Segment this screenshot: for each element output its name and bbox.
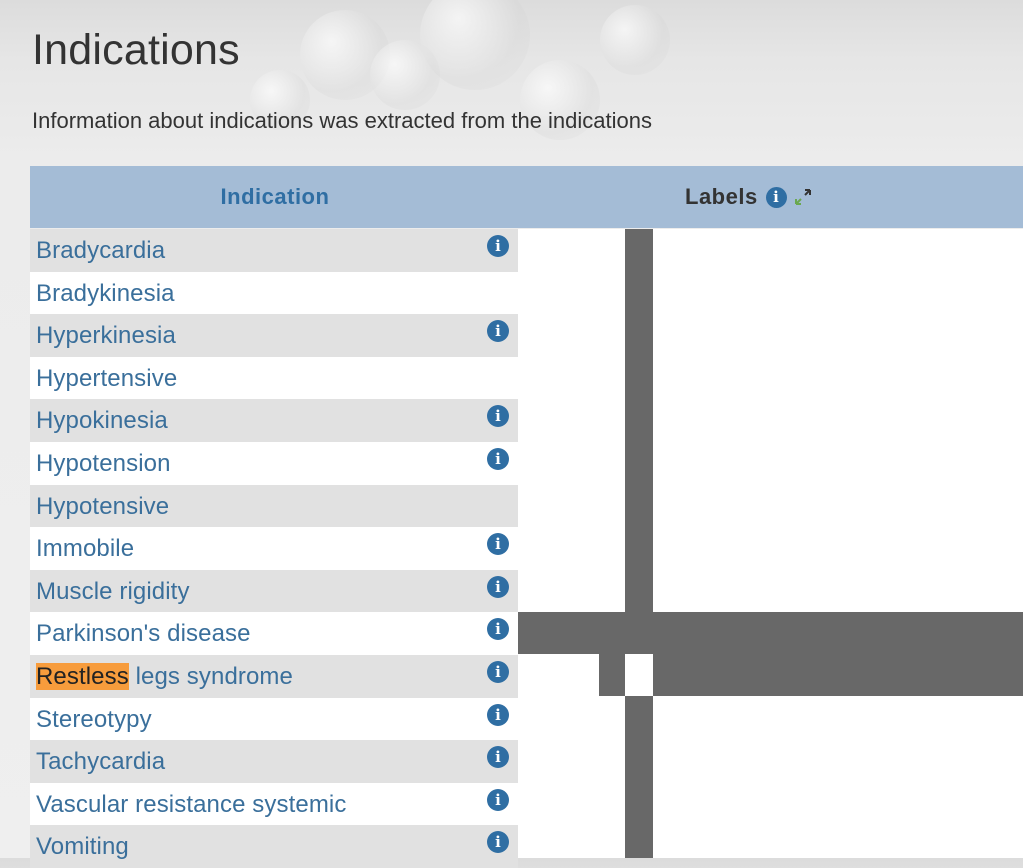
indication-link[interactable]: Stereotypy	[36, 706, 152, 734]
indication-link[interactable]: Vomiting	[36, 833, 129, 861]
indication-link[interactable]: Hypokinesia	[36, 407, 168, 435]
info-icon[interactable]: i	[487, 660, 509, 683]
column-header-labels-text: Labels	[685, 184, 758, 209]
indication-link[interactable]: Immobile	[36, 535, 134, 563]
column-header-labels: Labels i	[685, 166, 813, 228]
indication-link[interactable]: Hypotensive	[36, 493, 169, 521]
expand-icon[interactable]	[793, 187, 813, 207]
indication-row: Parkinson's disease i	[30, 612, 518, 655]
label-mark-vertical-upper	[625, 229, 653, 612]
indication-row: Hypotension i	[30, 441, 518, 485]
indication-link[interactable]: Restless legs syndrome	[36, 662, 293, 691]
indication-link[interactable]: Hypertensive	[36, 365, 177, 393]
indication-link[interactable]: Bradycardia	[36, 237, 165, 265]
indication-link[interactable]: Muscle rigidity	[36, 578, 190, 606]
labels-matrix[interactable]	[518, 229, 1023, 858]
indication-list: Bradycardia i Bradykinesia Hyperkinesia …	[30, 229, 518, 868]
info-icon[interactable]: i	[487, 575, 509, 598]
info-icon[interactable]: i	[765, 186, 787, 208]
info-icon[interactable]: i	[487, 320, 509, 343]
label-mark-restless-legs-right	[653, 654, 1023, 696]
info-icon[interactable]: i	[487, 788, 509, 811]
indication-row: Bradykinesia	[30, 271, 518, 315]
info-icon[interactable]: i	[487, 405, 509, 428]
indication-row: Vomiting i	[30, 825, 518, 868]
info-icon[interactable]: i	[487, 831, 509, 854]
indication-row: Hyperkinesia i	[30, 314, 518, 357]
indications-intro-text: Information about indications was extrac…	[32, 108, 652, 133]
info-icon[interactable]: i	[487, 703, 509, 726]
indication-row: Bradycardia i	[30, 229, 518, 272]
indication-link-rest: legs syndrome	[128, 662, 293, 690]
indication-row: Hypotensive	[30, 484, 518, 528]
indication-row: Hypokinesia i	[30, 399, 518, 442]
label-mark-parkinsons	[518, 612, 1023, 654]
indication-row: Vascular resistance systemic i	[30, 782, 518, 826]
info-icon[interactable]: i	[487, 618, 509, 641]
label-mark-restless-legs-left	[599, 654, 625, 696]
search-highlight: Restless	[36, 662, 129, 690]
indication-row: Hypertensive	[30, 356, 518, 400]
column-header-indication[interactable]: Indication	[30, 166, 520, 228]
indication-link[interactable]: Hypotension	[36, 450, 171, 478]
indication-row: Restless legs syndrome i	[30, 654, 518, 698]
indication-row: Stereotypy i	[30, 697, 518, 741]
indication-row: Immobile i	[30, 527, 518, 570]
indication-link[interactable]: Bradykinesia	[36, 280, 175, 308]
indication-link[interactable]: Parkinson's disease	[36, 620, 251, 648]
table-header: Indication Labels i	[30, 166, 1023, 228]
info-icon[interactable]: i	[487, 447, 509, 470]
info-icon[interactable]: i	[487, 235, 509, 257]
indication-link[interactable]: Hyperkinesia	[36, 322, 176, 350]
info-icon[interactable]: i	[487, 746, 509, 769]
indication-link[interactable]: Tachycardia	[36, 748, 165, 776]
indication-row: Muscle rigidity i	[30, 569, 518, 613]
label-mark-vertical-lower	[625, 696, 653, 858]
page-title: Indications	[32, 26, 240, 74]
indication-link[interactable]: Vascular resistance systemic	[36, 791, 346, 819]
info-icon[interactable]: i	[487, 533, 509, 556]
indication-row: Tachycardia i	[30, 740, 518, 783]
